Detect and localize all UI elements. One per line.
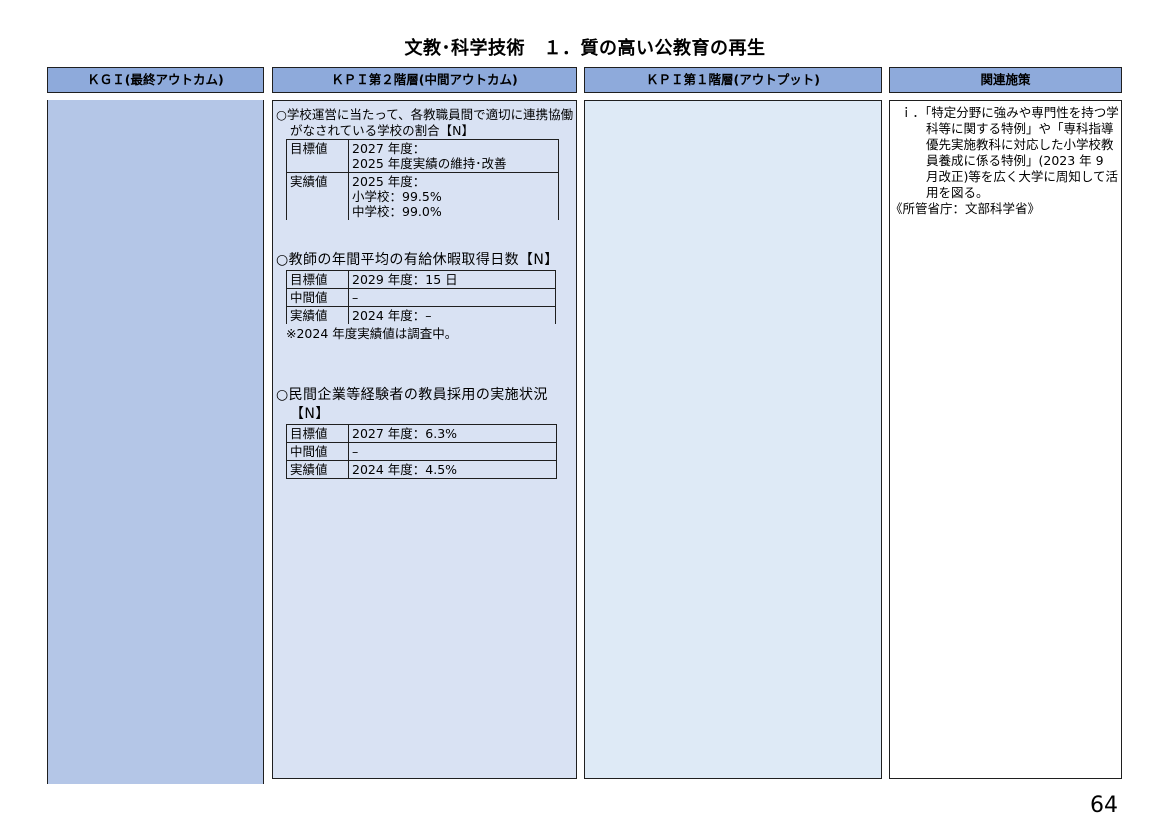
kpi-value-line: 2027 年度： bbox=[352, 141, 426, 156]
ministry-label: 《所管省庁：文部科学省》 bbox=[890, 201, 1041, 216]
measures-list: ｉ．「特定分野に強みや専門性を持つ学科等に関する特例」や「専科指導優先実施教科に… bbox=[890, 105, 1120, 217]
kpi2-item-2: ○教師の年間平均の有給休暇取得日数【N】 目標値 2029 年度：15 日 中間… bbox=[273, 251, 576, 342]
kpi-table: 目標値 2029 年度：15 日 中間値 – 実績値 2024 年度：– bbox=[286, 270, 556, 324]
table-row: 中間値 – bbox=[286, 442, 557, 461]
kpi-value: – bbox=[348, 442, 557, 461]
kpi1-column bbox=[584, 100, 882, 779]
kpi-title: ○教師の年間平均の有給休暇取得日数【N】 bbox=[276, 252, 559, 268]
kpi-table: 目標値 2027 年度： 2025 年度実績の維持･改善 実績値 2025 年度… bbox=[286, 139, 559, 220]
kpi-value: 2025 年度： 小学校：99.5% 中学校：99.0% bbox=[348, 172, 559, 220]
kpi2-column: ○学校運営に当たって、各教職員間で適切に連携協働がなされている学校の割合【N】 … bbox=[272, 100, 577, 779]
table-row: 実績値 2025 年度： 小学校：99.5% 中学校：99.0% bbox=[286, 172, 559, 220]
kpi-value-line: 2025 年度： bbox=[352, 174, 426, 189]
kpi-value: 2027 年度：6.3% bbox=[348, 424, 557, 443]
header-measures: 関連施策 bbox=[889, 67, 1122, 93]
kpi-value: 2024 年度：– bbox=[348, 306, 556, 324]
page-title: 文教･科学技術 １．質の高い公教育の再生 bbox=[404, 38, 766, 59]
table-row: 実績値 2024 年度：4.5% bbox=[286, 460, 557, 479]
kpi-value: 2027 年度： 2025 年度実績の維持･改善 bbox=[348, 139, 559, 173]
kpi-value: 2029 年度：15 日 bbox=[348, 270, 556, 289]
measures-column: ｉ．「特定分野に強みや専門性を持つ学科等に関する特例」や「専科指導優先実施教科に… bbox=[889, 100, 1122, 779]
kpi-value: 2024 年度：4.5% bbox=[348, 460, 557, 479]
kpi-value: – bbox=[348, 288, 556, 307]
kpi-value-line: 中学校：99.0% bbox=[352, 204, 442, 219]
header-kgi: ＫＧＩ(最終アウトカム) bbox=[47, 67, 264, 93]
kpi-key: 目標値 bbox=[286, 139, 349, 173]
kpi-key: 中間値 bbox=[286, 442, 349, 461]
header-kpi1: ＫＰＩ第１階層(アウトプット) bbox=[584, 67, 882, 93]
kpi-key: 目標値 bbox=[286, 424, 349, 443]
header-kpi2: ＫＰＩ第２階層(中間アウトカム) bbox=[272, 67, 577, 93]
kgi-column bbox=[47, 100, 264, 784]
kpi-table: 目標値 2027 年度：6.3% 中間値 – 実績値 2024 年度：4.5% bbox=[286, 424, 557, 479]
page-number: 64 bbox=[1090, 793, 1118, 818]
kpi-key: 実績値 bbox=[286, 172, 349, 220]
kpi-key: 実績値 bbox=[286, 306, 349, 324]
kpi-key: 中間値 bbox=[286, 288, 349, 307]
kpi-title: ○学校運営に当たって、各教職員間で適切に連携協働がなされている学校の割合【N】 bbox=[276, 107, 574, 138]
kpi-title: ○民間企業等経験者の教員採用の実施状況【N】 bbox=[276, 387, 548, 422]
kpi-note: ※2024 年度実績値は調査中。 bbox=[286, 326, 458, 341]
table-row: 中間値 – bbox=[286, 288, 556, 307]
kpi-key: 実績値 bbox=[286, 460, 349, 479]
table-row: 目標値 2027 年度： 2025 年度実績の維持･改善 bbox=[286, 139, 559, 173]
table-row: 目標値 2027 年度：6.3% bbox=[286, 424, 557, 443]
table-row: 実績値 2024 年度：– bbox=[286, 306, 556, 324]
kpi2-item-1: ○学校運営に当たって、各教職員間で適切に連携協働がなされている学校の割合【N】 … bbox=[273, 107, 576, 220]
kpi2-item-3: ○民間企業等経験者の教員採用の実施状況【N】 目標値 2027 年度：6.3% … bbox=[273, 386, 576, 479]
measure-item: ｉ．「特定分野に強みや専門性を持つ学科等に関する特例」や「専科指導優先実施教科に… bbox=[900, 105, 1119, 200]
table-row: 目標値 2029 年度：15 日 bbox=[286, 270, 556, 289]
kpi-value-line: 小学校：99.5% bbox=[352, 189, 442, 204]
kpi-value-line: 2025 年度実績の維持･改善 bbox=[352, 156, 507, 171]
kpi-key: 目標値 bbox=[286, 270, 349, 289]
